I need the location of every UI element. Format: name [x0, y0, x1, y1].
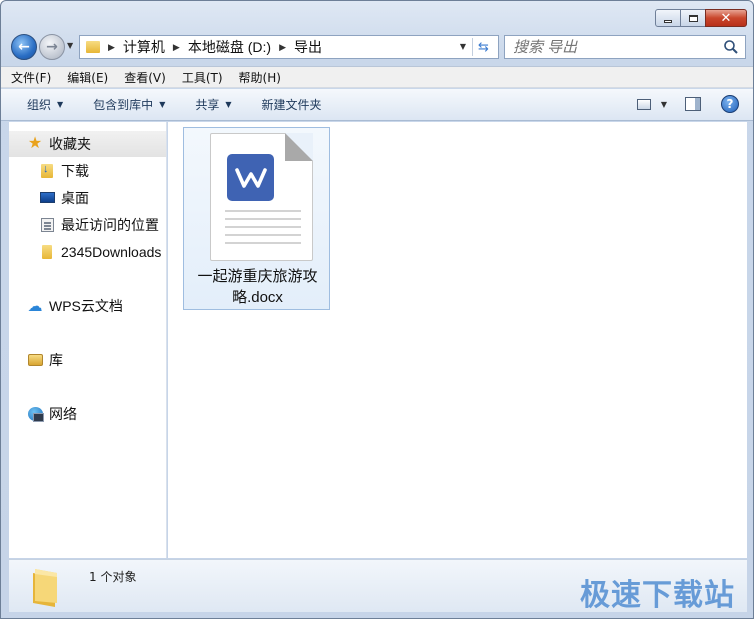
nav-wps-cloud-label: WPS云文档	[49, 298, 123, 314]
nav-wps-cloud[interactable]: ☁ WPS云文档	[9, 293, 166, 319]
menu-tools[interactable]: 工具(T)	[182, 69, 223, 86]
view-options-dropdown-icon[interactable]: ▼	[661, 100, 667, 109]
forward-button[interactable]: →	[39, 34, 65, 60]
chevron-down-icon: ▼	[225, 100, 232, 109]
nav-favorites[interactable]: ★ 收藏夹	[9, 131, 166, 157]
folder-icon	[33, 569, 57, 607]
network-icon	[27, 406, 44, 422]
w-letter-icon	[234, 167, 267, 188]
menu-bar: 文件(F) 编辑(E) 查看(V) 工具(T) 帮助(H)	[1, 66, 753, 88]
menu-file[interactable]: 文件(F)	[11, 69, 51, 86]
nav-2345downloads-label: 2345Downloads	[61, 243, 162, 260]
address-bar[interactable]: ▶ 计算机 ▶ 本地磁盘 (D:) ▶ 导出 ▼ ⇆	[79, 35, 499, 59]
menu-edit[interactable]: 编辑(E)	[67, 69, 108, 86]
status-bar: 1 个对象 极速下载站	[9, 559, 747, 613]
command-bar: 组织 ▼ 包含到库中 ▼ 共享 ▼ 新建文件夹 ▼ ?	[1, 89, 753, 121]
chevron-down-icon: ▼	[159, 100, 166, 109]
chevron-down-icon: ▼	[57, 100, 64, 109]
include-in-library-button[interactable]: 包含到库中 ▼	[93, 96, 165, 113]
nav-network-label: 网络	[49, 406, 77, 422]
help-icon[interactable]: ?	[721, 95, 739, 113]
item-count: 1 个对象	[89, 570, 137, 584]
navigation-pane: ★ 收藏夹 下载 桌面 最近访问的位置 2345Downloads ☁ WPS云…	[9, 122, 167, 558]
wps-w-logo-icon	[227, 154, 274, 201]
file-name: 一起游重庆旅游攻 略.docx	[184, 266, 331, 308]
breadcrumb-separator-icon[interactable]: ▶	[108, 42, 115, 53]
library-icon	[27, 352, 43, 368]
nav-network[interactable]: 网络	[9, 401, 166, 427]
breadcrumb-local-disk[interactable]: 本地磁盘 (D:)	[188, 37, 271, 57]
window-caption-buttons: ✕	[655, 9, 747, 27]
breadcrumb-computer[interactable]: 计算机	[123, 37, 165, 57]
desktop-icon	[39, 190, 55, 206]
download-folder-icon	[39, 163, 55, 179]
explorer-window: ✕ ← → ▼ ▶ 计算机 ▶ 本地磁盘 (D:) ▶ 导出 ▼ ⇆ 搜索 导出…	[0, 0, 754, 619]
watermark-logo: 极速下载站	[580, 578, 735, 613]
nav-libraries[interactable]: 库	[9, 347, 166, 373]
view-controls: ▼ ?	[636, 95, 739, 113]
nav-favorites-label: 收藏夹	[49, 136, 91, 152]
file-item[interactable]: 一起游重庆旅游攻 略.docx	[183, 127, 330, 310]
share-button[interactable]: 共享 ▼	[195, 96, 231, 113]
minimize-button[interactable]	[655, 9, 681, 27]
nav-downloads-label: 下载	[61, 162, 89, 179]
search-input[interactable]	[513, 38, 713, 56]
change-view-icon[interactable]	[636, 98, 651, 110]
share-label: 共享	[195, 98, 220, 112]
refresh-icon: ⇆	[478, 39, 489, 55]
maximize-icon	[688, 14, 698, 22]
nav-recent-places-label: 最近访问的位置	[61, 216, 159, 233]
file-list-pane[interactable]: 一起游重庆旅游攻 略.docx	[168, 122, 747, 558]
nav-downloads[interactable]: 下载	[9, 157, 166, 184]
file-name-line-1: 一起游重庆旅游攻	[197, 268, 318, 285]
maximize-button[interactable]	[680, 9, 706, 27]
breadcrumb-export[interactable]: 导出	[294, 37, 322, 57]
minimize-icon	[664, 19, 672, 23]
folder-icon	[86, 41, 100, 53]
organize-label: 组织	[27, 98, 52, 112]
address-dropdown-icon[interactable]: ▼	[460, 42, 466, 51]
arrow-right-icon: →	[46, 39, 58, 55]
navigation-bar: ← → ▼ ▶ 计算机 ▶ 本地磁盘 (D:) ▶ 导出 ▼ ⇆	[1, 31, 753, 63]
close-button[interactable]: ✕	[705, 9, 747, 27]
preview-pane-icon[interactable]	[685, 97, 701, 111]
file-name-line-2: 略.docx	[232, 289, 283, 306]
wps-writer-doc-icon	[210, 133, 313, 261]
nav-libraries-label: 库	[49, 352, 63, 368]
folder-icon	[39, 244, 55, 260]
refresh-button[interactable]: ⇆	[472, 38, 494, 56]
recent-places-icon	[39, 217, 55, 233]
breadcrumb-separator-icon[interactable]: ▶	[173, 42, 180, 53]
menu-help[interactable]: 帮助(H)	[239, 69, 281, 86]
organize-button[interactable]: 组织 ▼	[27, 96, 63, 113]
arrow-left-icon: ←	[18, 39, 30, 55]
nav-2345downloads[interactable]: 2345Downloads	[9, 238, 166, 265]
nav-recent-places[interactable]: 最近访问的位置	[9, 211, 166, 238]
back-button[interactable]: ←	[11, 34, 37, 60]
search-icon[interactable]	[723, 39, 739, 55]
breadcrumb-separator-icon[interactable]: ▶	[279, 42, 286, 53]
cloud-icon: ☁	[27, 298, 43, 315]
nav-desktop-label: 桌面	[61, 189, 89, 206]
close-icon: ✕	[720, 10, 732, 26]
nav-desktop[interactable]: 桌面	[9, 184, 166, 211]
star-icon: ★	[27, 135, 43, 152]
include-in-library-label: 包含到库中	[93, 98, 154, 112]
new-folder-button[interactable]: 新建文件夹	[262, 96, 322, 113]
breadcrumb: ▶ 计算机 ▶ 本地磁盘 (D:) ▶ 导出	[104, 37, 322, 57]
search-box[interactable]	[504, 35, 746, 59]
history-dropdown-icon[interactable]: ▼	[67, 41, 73, 50]
menu-view[interactable]: 查看(V)	[124, 69, 166, 86]
